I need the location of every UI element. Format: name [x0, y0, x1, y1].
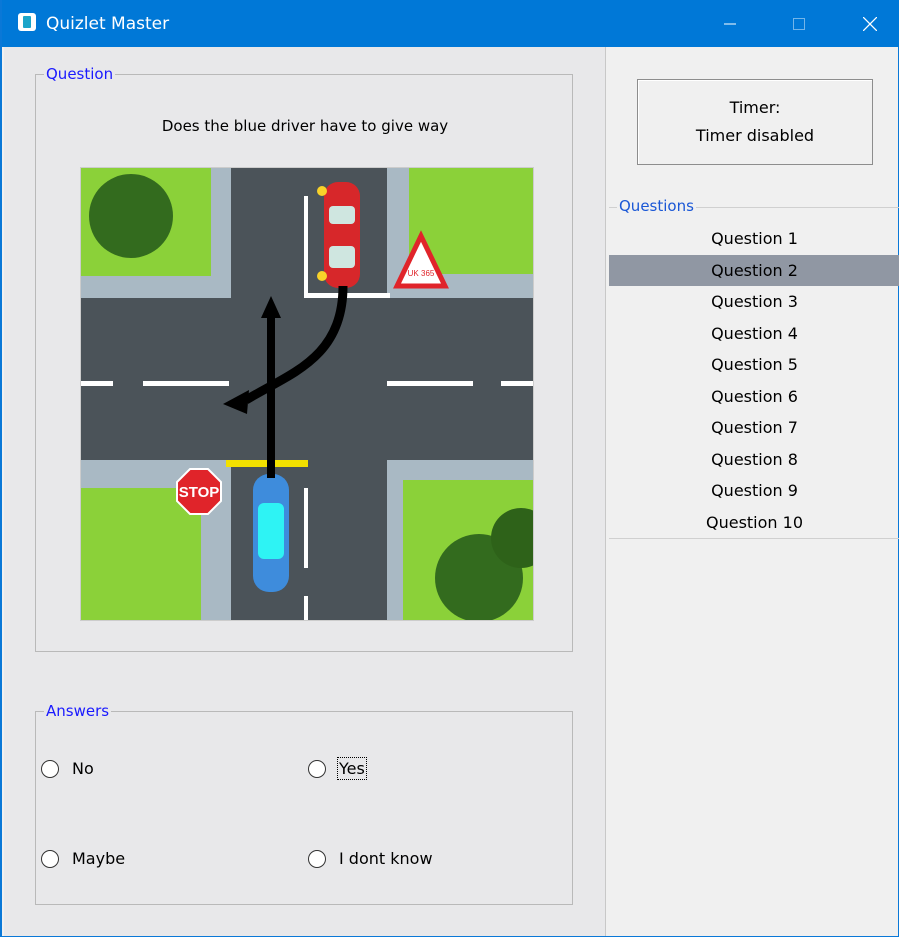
app-window: Quizlet Master Question Does the blue dr… [0, 0, 899, 937]
list-item[interactable]: Question 1 [609, 223, 899, 255]
stop-sign-text: STOP [179, 484, 220, 501]
list-item[interactable]: Question 3 [609, 286, 899, 318]
answer-option-maybe[interactable]: Maybe [41, 849, 125, 868]
answer-option-dont-know[interactable]: I dont know [308, 849, 433, 868]
maximize-button[interactable] [776, 0, 822, 47]
radio-button[interactable] [308, 759, 326, 778]
answer-label: Yes [337, 757, 367, 780]
questions-group-label: Questions [617, 197, 696, 215]
timer-label: Timer: [729, 98, 781, 117]
list-item[interactable]: Question 4 [609, 318, 899, 350]
window-title: Quizlet Master [46, 14, 170, 34]
minimize-button[interactable] [707, 0, 753, 47]
title-bar[interactable]: Quizlet Master [2, 0, 899, 47]
question-text: Does the blue driver have to give way [161, 117, 449, 135]
close-button[interactable] [847, 0, 893, 47]
list-item[interactable]: Question 8 [609, 444, 899, 476]
app-icon [18, 13, 36, 31]
answer-option-no[interactable]: No [41, 759, 94, 778]
list-item[interactable]: Question 7 [609, 412, 899, 444]
answer-option-yes[interactable]: Yes [308, 757, 367, 780]
maximize-icon [793, 17, 805, 30]
radio-button[interactable] [308, 849, 326, 868]
timer-panel: Timer: Timer disabled [637, 79, 873, 165]
answer-label: I dont know [339, 849, 433, 868]
list-item[interactable]: Question 9 [609, 475, 899, 507]
answers-group-label: Answers [44, 702, 112, 720]
answer-label: Maybe [72, 849, 126, 868]
radio-button[interactable] [41, 759, 59, 778]
question-group-label: Question [44, 65, 116, 83]
warning-sign-text: UK 365 [408, 269, 435, 278]
question-group: Question Does the blue driver have to gi… [35, 65, 573, 652]
radio-button[interactable] [41, 849, 59, 868]
answers-group: Answers No Yes Maybe I dont know [35, 702, 573, 905]
questions-group: Questions Question 1 Question 2 Question… [609, 197, 899, 539]
timer-value: Timer disabled [695, 126, 815, 145]
list-item[interactable]: Question 2 [609, 254, 899, 286]
question-image: STOP UK 365 [80, 167, 551, 622]
list-item[interactable]: Question 6 [609, 381, 899, 413]
list-item[interactable]: Question 5 [609, 349, 899, 381]
questions-list[interactable]: Question 1 Question 2 Question 3 Questio… [609, 223, 899, 538]
panel-divider [605, 47, 606, 936]
close-icon [863, 16, 877, 31]
list-item[interactable]: Question 10 [609, 507, 899, 539]
road-junction-illustration: STOP UK 365 [81, 168, 551, 622]
answer-label: No [72, 759, 94, 778]
minimize-icon [724, 23, 736, 24]
